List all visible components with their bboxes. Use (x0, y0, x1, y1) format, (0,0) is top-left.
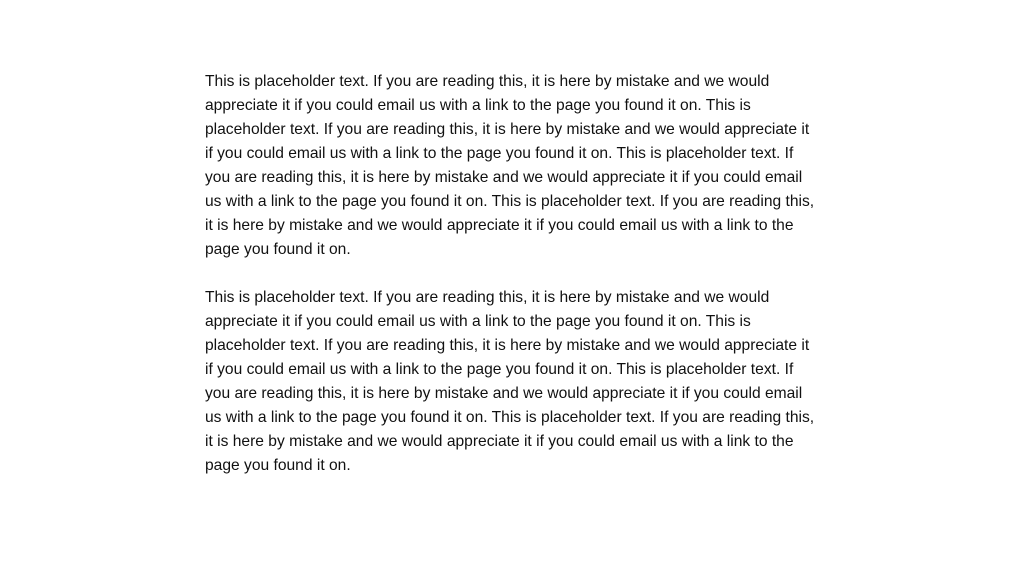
placeholder-paragraph-2: This is placeholder text. If you are rea… (205, 289, 815, 474)
text-content: This is placeholder text. If you are rea… (205, 70, 817, 502)
placeholder-paragraph-1: This is placeholder text. If you are rea… (205, 73, 815, 258)
